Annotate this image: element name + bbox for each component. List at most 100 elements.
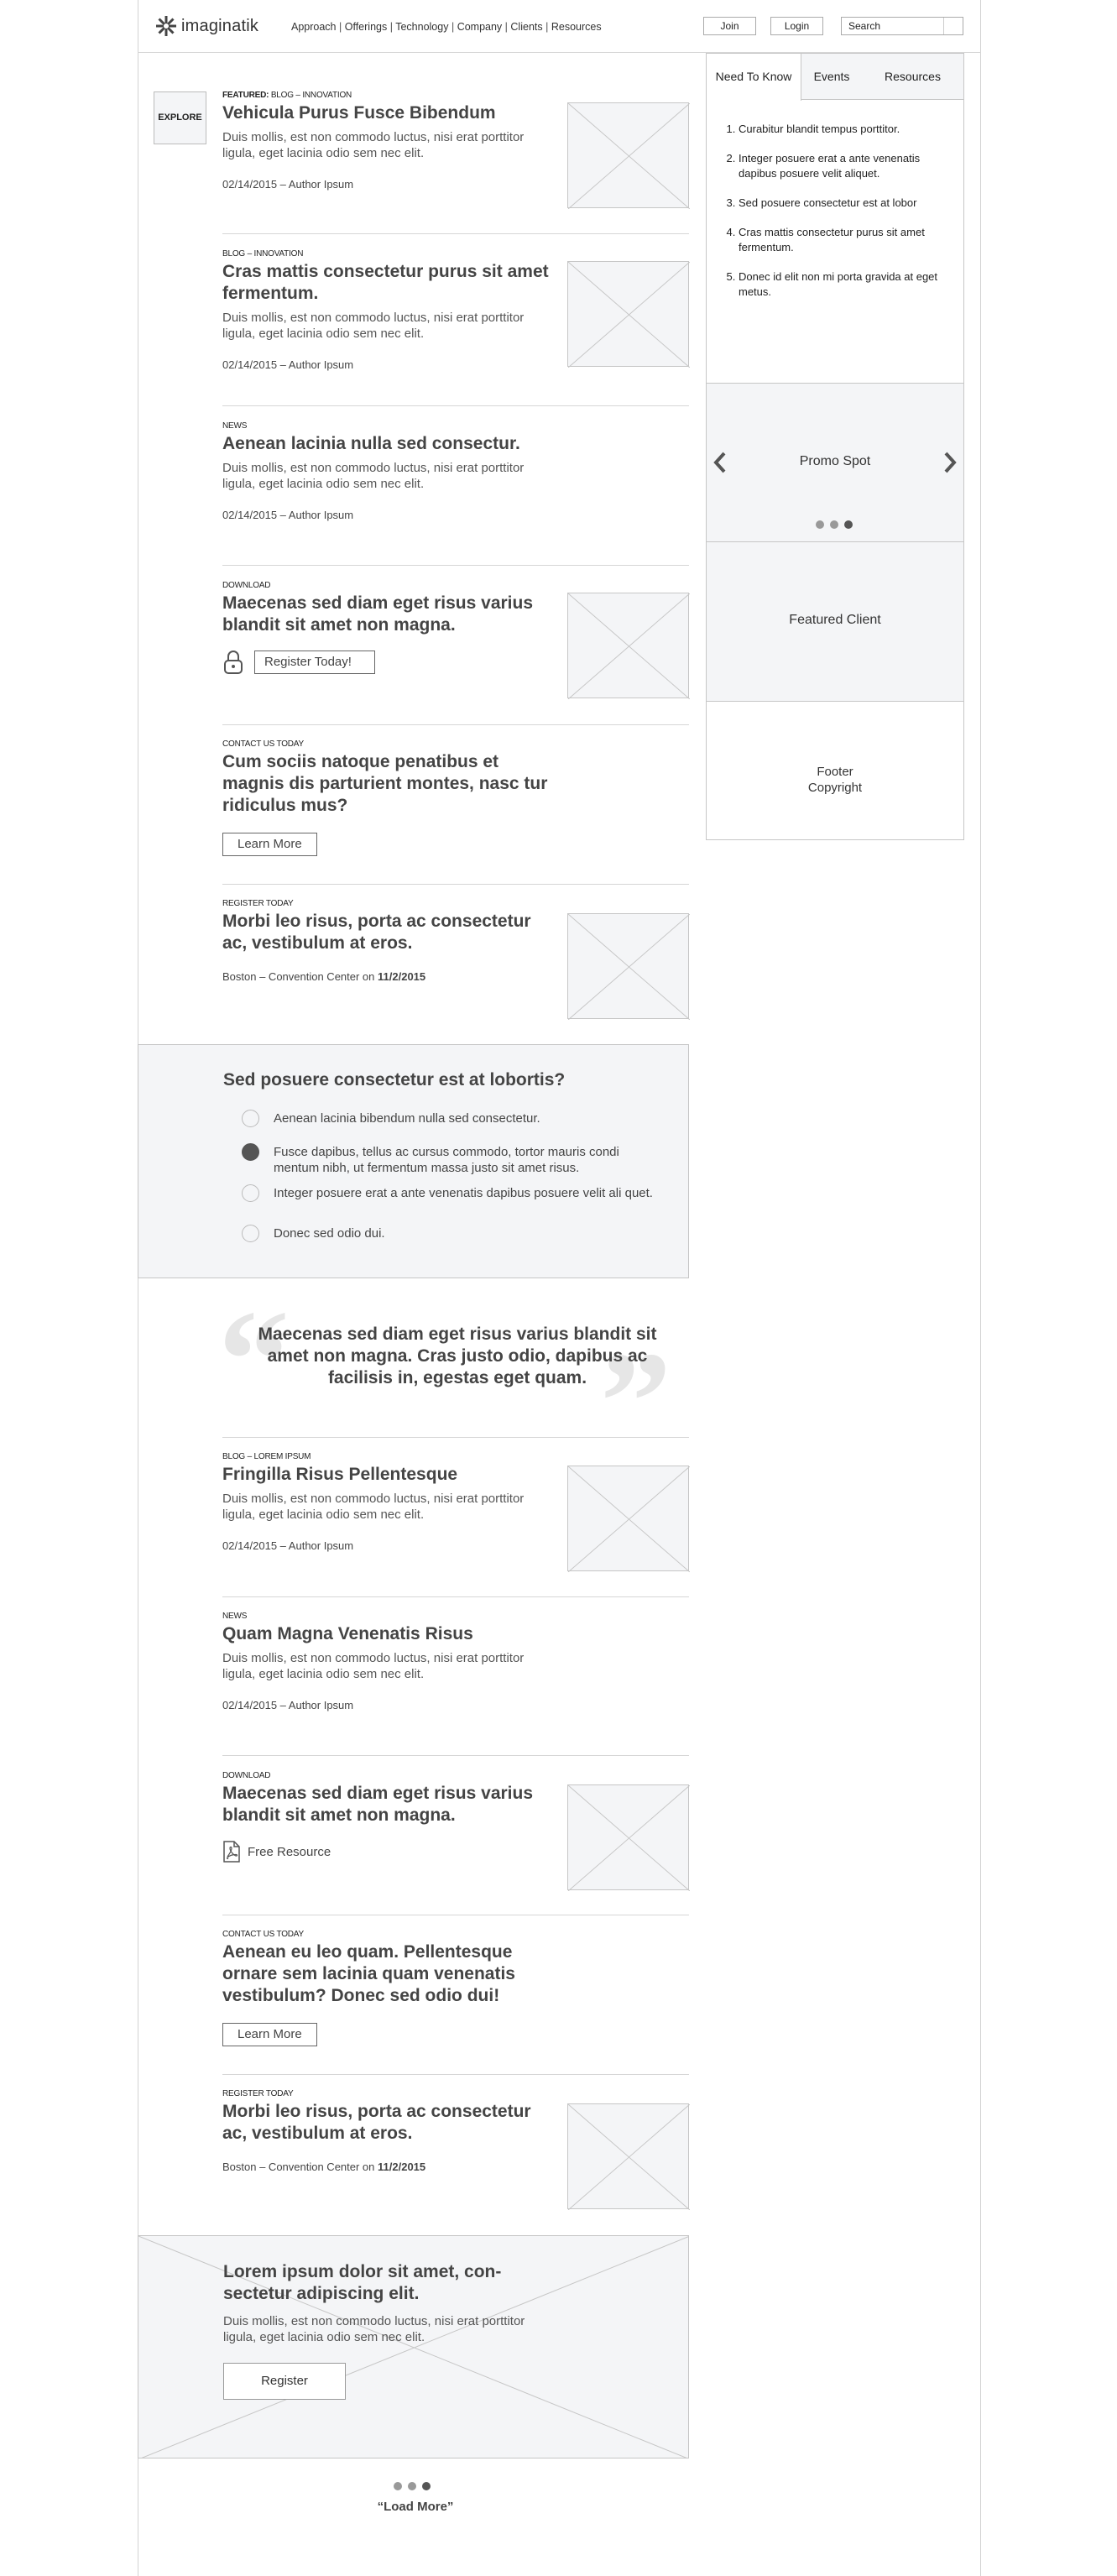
poll-widget: Sed posuere consectetur est at lobortis?… [138, 1044, 689, 1278]
footer-text: Footer [817, 765, 853, 779]
featured-client[interactable]: Featured Client [707, 542, 963, 702]
register-button[interactable]: Register [223, 2363, 346, 2400]
divider [222, 1596, 689, 1597]
pdf-icon [222, 1841, 241, 1863]
article-excerpt: Duis mollis, est non commodo luctus, nis… [222, 1492, 525, 1522]
event-meta: Boston – Convention Center on 11/2/2015 [222, 970, 558, 983]
quote-text: Maecenas sed diam eget risus varius blan… [258, 1325, 657, 1387]
register-today-button[interactable]: Register Today! [254, 651, 375, 674]
article-card[interactable]: BLOG – INNOVATION Cras mattis consectetu… [222, 249, 558, 371]
article-title[interactable]: Maecenas sed diam eget risus varius blan… [222, 1783, 558, 1826]
learn-more-button[interactable]: Learn More [222, 2023, 317, 2046]
article-tag: NEWS [222, 421, 248, 431]
learn-more-button[interactable]: Learn More [222, 833, 317, 856]
thumbnail-image[interactable] [567, 593, 690, 699]
tab-need-to-know[interactable]: Need To Know [707, 54, 801, 101]
nav-clients[interactable]: Clients [510, 21, 542, 33]
article-card[interactable]: BLOG – LOREM IPSUM Fringilla Risus Pelle… [222, 1452, 558, 1552]
article-title[interactable]: Maecenas sed diam eget risus varius blan… [222, 593, 558, 636]
nav-separator: | [545, 21, 549, 33]
featured-client-label: Featured Client [789, 613, 881, 627]
tab-events[interactable]: Events [801, 54, 862, 100]
article-title[interactable]: Vehicula Purus Fusce Bibendum [222, 102, 558, 124]
article-tag: DOWNLOAD [222, 581, 271, 590]
poll-option[interactable]: Integer posuere erat a ante venenatis da… [242, 1184, 660, 1202]
cta-title: Lorem ipsum dolor sit amet, con- sectetu… [223, 2262, 502, 2303]
article-meta: 02/14/2015 – Author Ipsum [222, 1699, 354, 1711]
article-title[interactable]: Fringilla Risus Pellentesque [222, 1464, 558, 1486]
pager-dot[interactable] [408, 2482, 416, 2490]
poll-option[interactable]: Fusce dapibus, tellus ac cursus commodo,… [242, 1143, 660, 1176]
article-title[interactable]: Cum sociis natoque penatibus et magnis d… [222, 751, 558, 817]
radio-button-selected[interactable] [242, 1143, 259, 1161]
list-item[interactable]: Donec id elit non mi porta gravida at eg… [739, 269, 950, 300]
search-input[interactable] [842, 18, 944, 34]
article-card[interactable]: NEWS Quam Magna Venenatis Risus Duis mol… [222, 1612, 558, 1711]
main-nav: Approach | Offerings | Technology | Comp… [291, 21, 602, 33]
thumbnail-image[interactable] [567, 102, 690, 209]
poll-option[interactable]: Aenean lacinia bibendum nulla sed consec… [242, 1110, 660, 1127]
thumbnail-image[interactable] [567, 2103, 690, 2210]
logo[interactable]: imaginatik [154, 14, 258, 38]
featured-label: FEATURED: [222, 91, 269, 100]
promo-label: Promo Spot [799, 454, 871, 468]
resource-row[interactable]: Free Resource [222, 1841, 558, 1863]
nav-technology[interactable]: Technology [395, 21, 448, 33]
article-card[interactable]: REGISTER TODAY Morbi leo risus, porta ac… [222, 2089, 558, 2173]
nav-approach[interactable]: Approach [291, 21, 337, 33]
chevron-right-icon[interactable] [943, 451, 957, 474]
nav-offerings[interactable]: Offerings [345, 21, 388, 33]
article-card[interactable]: REGISTER TODAY Morbi leo risus, porta ac… [222, 899, 558, 983]
article-title[interactable]: Morbi leo risus, porta ac consectetur ac… [222, 911, 558, 954]
nav-separator: | [389, 21, 393, 33]
nav-separator: | [451, 21, 455, 33]
copyright-text: Copyright [807, 781, 863, 795]
tab-resources[interactable]: Resources [862, 54, 963, 100]
carousel-dot-active[interactable] [844, 520, 853, 529]
list-item[interactable]: Curabitur blandit tempus porttitor. [739, 122, 950, 137]
cta-excerpt: Duis mollis, est non commodo luctus, nis… [223, 2314, 525, 2344]
article-excerpt: Duis mollis, est non commodo luctus, nis… [222, 130, 525, 160]
pull-quote: “ ” Maecenas sed diam eget risus varius … [218, 1288, 689, 1473]
radio-button[interactable] [242, 1225, 259, 1242]
divider [222, 2074, 689, 2075]
article-card[interactable]: NEWS Aenean lacinia nulla sed consectur.… [222, 421, 558, 521]
radio-button[interactable] [242, 1184, 259, 1202]
thumbnail-image[interactable] [567, 913, 690, 1020]
article-title[interactable]: Cras mattis consectetur purus sit amet f… [222, 261, 558, 305]
article-card[interactable]: FEATURED: BLOG – INNOVATION Vehicula Pur… [222, 91, 558, 191]
article-title[interactable]: Morbi leo risus, porta ac consectetur ac… [222, 2101, 558, 2145]
article-excerpt: Duis mollis, est non commodo luctus, nis… [222, 461, 525, 491]
article-title[interactable]: Aenean lacinia nulla sed consectur. [222, 433, 558, 455]
promo-carousel: Promo Spot [707, 383, 963, 542]
join-button[interactable]: Join [703, 17, 756, 35]
thumbnail-image[interactable] [567, 1784, 690, 1891]
article-card[interactable]: CONTACT US TODAY Aenean eu leo quam. Pel… [222, 1930, 558, 2046]
explore-button[interactable]: EXPLORE [154, 91, 206, 144]
header: imaginatik Approach | Offerings | Techno… [138, 0, 981, 53]
article-card[interactable]: CONTACT US TODAY Cum sociis natoque pena… [222, 739, 558, 856]
thumbnail-image[interactable] [567, 1466, 690, 1572]
nav-resources[interactable]: Resources [551, 21, 602, 33]
sidebar-footer: Footer Copyright [707, 702, 963, 839]
pager-dot-active[interactable] [422, 2482, 431, 2490]
list-item[interactable]: Integer posuere erat a ante venenatis da… [739, 151, 950, 181]
pager-dot[interactable] [394, 2482, 402, 2490]
list-item[interactable]: Sed posuere consectetur est at lobor [739, 196, 950, 211]
nav-company[interactable]: Company [457, 21, 503, 33]
radio-button[interactable] [242, 1110, 259, 1127]
article-title[interactable]: Aenean eu leo quam. Pellentesque ornare … [222, 1941, 558, 2007]
carousel-dot[interactable] [830, 520, 838, 529]
thumbnail-image[interactable] [567, 261, 690, 368]
article-card[interactable]: DOWNLOAD Maecenas sed diam eget risus va… [222, 1771, 558, 1863]
free-resource-link[interactable]: Free Resource [248, 1845, 331, 1859]
poll-option[interactable]: Donec sed odio dui. [242, 1225, 660, 1242]
article-tag: BLOG – INNOVATION [222, 249, 304, 259]
list-item[interactable]: Cras mattis consectetur purus sit amet f… [739, 225, 950, 255]
article-tag: BLOG – LOREM IPSUM [222, 1452, 311, 1461]
carousel-dot[interactable] [816, 520, 824, 529]
article-title[interactable]: Quam Magna Venenatis Risus [222, 1623, 558, 1645]
load-more-button[interactable]: “Load More” [222, 2500, 608, 2514]
login-button[interactable]: Login [770, 17, 823, 35]
article-card[interactable]: DOWNLOAD Maecenas sed diam eget risus va… [222, 581, 558, 675]
